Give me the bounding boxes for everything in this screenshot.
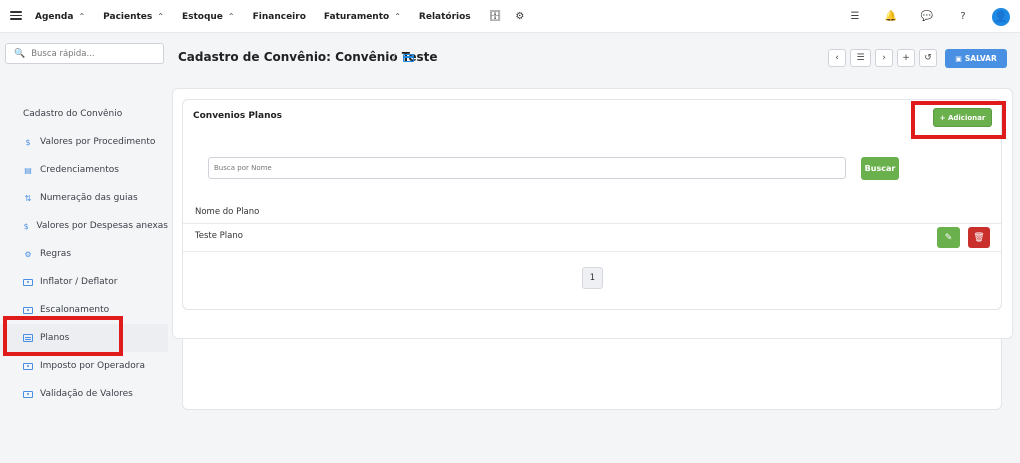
search-by-name-input[interactable]: [208, 157, 846, 179]
database-icon[interactable]: 🗄: [489, 11, 502, 22]
gear-icon[interactable]: ⚙: [515, 11, 524, 22]
money-icon: [23, 306, 33, 314]
money-icon: [23, 362, 33, 370]
table-divider: [183, 251, 1001, 252]
list-icon: ☰: [856, 53, 865, 63]
pagination-page-button[interactable]: 1: [582, 267, 603, 289]
sidebar: Cadastro do Convênio $ Valores por Proced…: [0, 100, 1002, 410]
sidebar-item-numeracao[interactable]: ⇅ Numeração das guias: [0, 184, 168, 212]
user-avatar[interactable]: 👤: [992, 7, 1010, 26]
user-icon: 👤: [994, 10, 1008, 23]
trash-icon: 🗑: [973, 232, 985, 243]
table-icon: [23, 334, 33, 342]
edit-icon: ✎: [944, 232, 953, 243]
history-icon: ↺: [924, 53, 932, 63]
save-icon: ▣: [955, 54, 962, 63]
chevron-updown-icon: ⌃: [157, 12, 164, 21]
sidebar-item-inflator[interactable]: Inflator / Deflator: [0, 268, 168, 296]
chevron-updown-icon: ⌃: [78, 12, 86, 21]
history-button[interactable]: ↺: [919, 49, 937, 67]
chevron-right-icon: ›: [882, 53, 886, 63]
record-toolbar: ‹ ☰ › + ↺: [824, 49, 937, 67]
plus-icon: +: [902, 53, 910, 63]
page-title: Cadastro de Convênio: Convênio Teste: [178, 50, 438, 64]
document-icon: ▤: [24, 165, 32, 175]
column-header-plan-name: Nome do Plano: [195, 207, 260, 217]
navbar-actions: ☰ 🔔 💬 ? 👤: [826, 0, 1010, 33]
help-icon[interactable]: ?: [956, 11, 970, 22]
delete-plan-button[interactable]: 🗑: [968, 227, 990, 248]
quick-search: 🔍: [5, 43, 164, 64]
nav-faturamento[interactable]: Faturamento ⌃: [324, 12, 401, 22]
chevron-updown-icon: ⌃: [227, 12, 235, 21]
plans-card-title: Convenios Planos: [193, 111, 283, 121]
nav-relatorios[interactable]: Relatórios: [419, 12, 471, 22]
search-button[interactable]: Buscar: [861, 157, 899, 180]
money-icon: [23, 390, 33, 398]
quick-search-input[interactable]: [31, 48, 162, 59]
sidebar-item-imposto[interactable]: Imposto por Operadora: [0, 352, 168, 380]
main-nav: Agenda ⌃ Pacientes ⌃ Estoque ⌃ Financeiro F…: [35, 0, 538, 33]
hamburger-menu-icon[interactable]: [10, 9, 22, 23]
chat-icon[interactable]: 💬: [920, 11, 934, 22]
nav-estoque[interactable]: Estoque ⌃: [182, 12, 235, 22]
dollar-icon: $: [25, 137, 31, 147]
chevron-left-icon: ‹: [835, 53, 839, 63]
nav-financeiro[interactable]: Financeiro: [253, 12, 306, 22]
sidebar-item-escalonamento[interactable]: Escalonamento: [0, 296, 168, 324]
checklist-icon[interactable]: ☰: [848, 11, 862, 22]
add-plan-button[interactable]: + Adicionar: [933, 108, 992, 127]
money-icon: [23, 278, 33, 286]
sort-numeric-icon: ⇅: [24, 193, 32, 203]
new-record-button[interactable]: +: [897, 49, 915, 67]
breadcrumb-separator: /: [392, 51, 396, 64]
sidebar-item-validacao[interactable]: Validação de Valores: [0, 380, 168, 408]
sidebar-item-regras[interactable]: ⚙ Regras: [0, 240, 168, 268]
sidebar-item-valores-despesas[interactable]: $ Valores por Despesas anexas: [0, 212, 168, 240]
chevron-updown-icon: ⌃: [394, 12, 401, 21]
card-icon: [403, 54, 414, 62]
cogs-icon: ⚙: [24, 249, 32, 259]
sidebar-item-credenciamentos[interactable]: ▤ Credenciamentos: [0, 156, 168, 184]
sidebar-item-cadastro[interactable]: Cadastro do Convênio: [0, 100, 1002, 410]
nav-pacientes[interactable]: Pacientes ⌃: [103, 12, 164, 22]
save-button[interactable]: ▣ SALVAR: [945, 49, 1007, 68]
bell-icon[interactable]: 🔔: [884, 11, 898, 22]
table-row-plan-name: Teste Plano: [195, 231, 243, 241]
top-navbar: Agenda ⌃ Pacientes ⌃ Estoque ⌃ Financeiro F…: [0, 0, 1020, 33]
previous-record-button[interactable]: ‹: [828, 49, 846, 67]
search-icon: 🔍: [14, 48, 26, 59]
edit-plan-button[interactable]: ✎: [937, 227, 960, 248]
list-button[interactable]: ☰: [850, 49, 871, 67]
sidebar-item-planos[interactable]: Planos: [0, 324, 168, 352]
table-divider: [183, 223, 1001, 224]
dollar-icon: $: [23, 221, 29, 231]
nav-agenda[interactable]: Agenda ⌃: [35, 12, 85, 22]
sidebar-item-valores-procedimento[interactable]: $ Valores por Procedimento: [0, 128, 168, 156]
next-record-button[interactable]: ›: [875, 49, 893, 67]
